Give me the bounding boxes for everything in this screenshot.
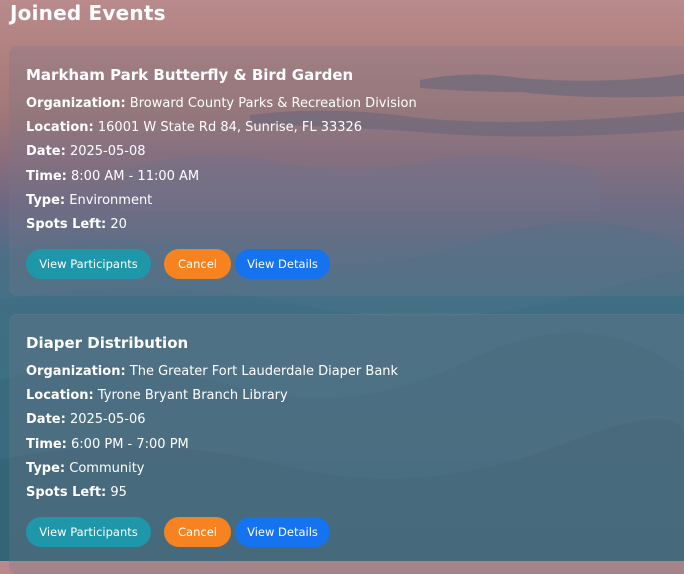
organization-line: Organization: Broward County Parks & Rec… <box>26 95 417 113</box>
organization-line: Organization: The Greater Fort Lauderdal… <box>26 363 398 381</box>
event-card: Markham Park Butterfly & Bird Garden Org… <box>9 46 684 296</box>
event-card: Diaper Distribution Organization: The Gr… <box>9 314 684 574</box>
view-participants-button[interactable]: View Participants <box>26 517 151 547</box>
spots-left-label: Spots Left: <box>26 217 107 232</box>
type-value: Community <box>69 461 145 476</box>
location-value: Tyrone Bryant Branch Library <box>97 388 288 403</box>
organization-label: Organization: <box>26 96 126 111</box>
organization-label: Organization: <box>26 364 126 379</box>
location-line: Location: 16001 W State Rd 84, Sunrise, … <box>26 119 362 137</box>
date-value: 2025-05-08 <box>69 144 146 159</box>
cancel-button[interactable]: Cancel <box>164 517 231 547</box>
spots-left-label: Spots Left: <box>26 485 107 500</box>
time-value: 8:00 AM - 11:00 AM <box>71 169 200 184</box>
organization-value: Broward County Parks & Recreation Divisi… <box>129 96 417 111</box>
time-value: 6:00 PM - 7:00 PM <box>71 437 189 452</box>
type-line: Type: Environment <box>26 192 152 210</box>
time-line: Time: 8:00 AM - 11:00 AM <box>26 168 199 186</box>
time-label: Time: <box>26 437 67 452</box>
date-label: Date: <box>26 144 66 159</box>
organization-value: The Greater Fort Lauderdale Diaper Bank <box>129 364 399 379</box>
spots-left-value: 20 <box>110 217 127 232</box>
location-label: Location: <box>26 120 94 135</box>
type-value: Environment <box>69 193 153 208</box>
date-value: 2025-05-06 <box>69 412 146 427</box>
spots-left-line: Spots Left: 20 <box>26 216 127 234</box>
view-participants-button[interactable]: View Participants <box>26 249 151 279</box>
spots-left-value: 95 <box>110 485 127 500</box>
location-value: 16001 W State Rd 84, Sunrise, FL 33326 <box>97 120 363 135</box>
view-details-button[interactable]: View Details <box>235 517 330 547</box>
page-title: Joined Events <box>10 1 166 25</box>
view-details-button[interactable]: View Details <box>235 249 330 279</box>
time-label: Time: <box>26 169 67 184</box>
location-label: Location: <box>26 388 94 403</box>
time-line: Time: 6:00 PM - 7:00 PM <box>26 436 189 454</box>
location-line: Location: Tyrone Bryant Branch Library <box>26 387 288 405</box>
event-title: Diaper Distribution <box>26 334 189 352</box>
spots-left-line: Spots Left: 95 <box>26 484 127 502</box>
date-label: Date: <box>26 412 66 427</box>
type-label: Type: <box>26 461 66 476</box>
date-line: Date: 2025-05-08 <box>26 143 146 161</box>
joined-events-page: Joined Events Markham Park Butterfly & B… <box>0 0 684 574</box>
type-line: Type: Community <box>26 460 145 478</box>
date-line: Date: 2025-05-06 <box>26 411 146 429</box>
cancel-button[interactable]: Cancel <box>164 249 231 279</box>
event-title: Markham Park Butterfly & Bird Garden <box>26 66 354 84</box>
type-label: Type: <box>26 193 66 208</box>
